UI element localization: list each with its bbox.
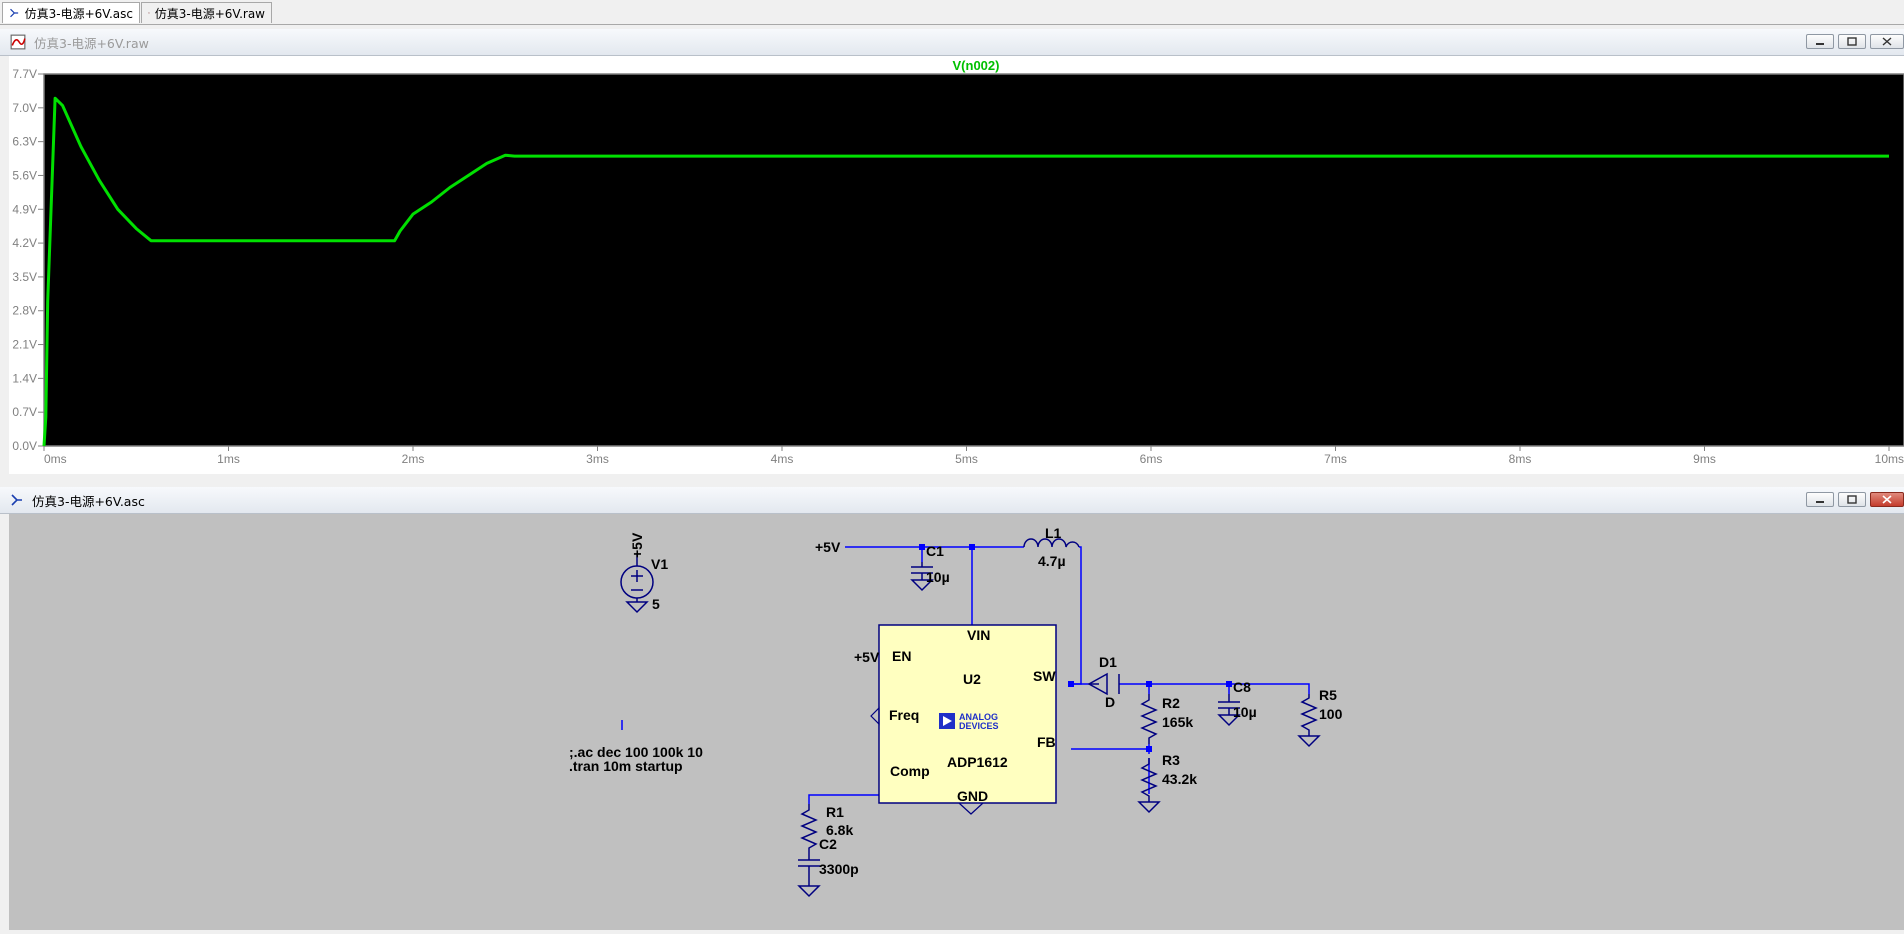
c2-name: C2 (819, 836, 837, 852)
c1-value: 10µ (926, 569, 950, 585)
close-icon (1882, 37, 1892, 46)
x-tick-label: 9ms (1693, 452, 1716, 466)
r1-name: R1 (826, 804, 844, 820)
r3-value: 43.2k (1162, 771, 1197, 787)
waveform-window-title: 仿真3-电源+6V.raw (34, 35, 149, 51)
x-tick-label: 2ms (402, 452, 425, 466)
resistor-r5[interactable] (1297, 694, 1321, 748)
tab-label: 仿真3-电源+6V.raw (154, 6, 265, 21)
v1-name: V1 (651, 556, 668, 572)
tab-label: 仿真3-电源+6V.asc (24, 6, 133, 21)
x-tick-label: 7ms (1324, 452, 1347, 466)
close-button[interactable] (1870, 492, 1904, 507)
y-tick-label: 4.2V (12, 236, 37, 250)
waveform-window-titlebar[interactable]: 仿真3-电源+6V.raw (0, 29, 1904, 56)
y-tick-label: 2.1V (12, 338, 37, 352)
y-tick-label: 0.7V (12, 405, 37, 419)
x-tick-label: 1ms (217, 452, 240, 466)
y-tick-label: 7.7V (12, 67, 37, 81)
y-tick-label: 5.6V (12, 168, 37, 182)
y-tick-label: 7.0V (12, 101, 37, 115)
restore-button[interactable] (1838, 34, 1866, 49)
restore-icon (1847, 495, 1857, 504)
pin-fb: FB (1037, 734, 1056, 750)
y-tick-label: 4.9V (12, 202, 37, 216)
trace-label[interactable]: V(n002) (953, 58, 1000, 73)
x-tick-label: 6ms (1140, 452, 1163, 466)
x-tick-label: 5ms (955, 452, 978, 466)
ic-part: ADP1612 (947, 754, 1008, 770)
l1-name: L1 (1045, 525, 1062, 541)
resistor-r1[interactable] (800, 804, 818, 854)
c8-value: 10µ (1233, 704, 1257, 720)
v1-net-label: +5V (629, 532, 645, 558)
x-tick-label: 0ms (44, 452, 67, 466)
document-tab-bar: 仿真3-电源+6V.asc 仿真3-电源+6V.raw (0, 0, 1904, 25)
restore-icon (1847, 37, 1857, 46)
x-tick-label: 3ms (586, 452, 609, 466)
x-tick-label: 4ms (771, 452, 794, 466)
schematic-window-titlebar[interactable]: 仿真3-电源+6V.asc (0, 487, 1904, 514)
waveform-plot[interactable]: V(n002) 0.0V 0.7V 1.4V 2.1V 2.8V 3.5V 4.2V 4.9V… (9, 56, 1904, 474)
plot-background (43, 73, 1904, 447)
waveform-plot-area[interactable]: V(n002) 0.0V 0.7V 1.4V 2.1V 2.8V 3.5V 4.2V 4.9V… (9, 56, 1904, 474)
minimize-icon (1816, 42, 1824, 45)
en-net-label: +5V (854, 649, 880, 665)
minimize-icon (1816, 500, 1824, 503)
capacitor-c2[interactable] (797, 854, 821, 898)
y-tick-label: 1.4V (12, 371, 37, 385)
minimize-button[interactable] (1806, 34, 1834, 49)
analog-devices-logo: DEVICES (959, 721, 999, 731)
pin-sw: SW (1033, 668, 1056, 684)
close-button[interactable] (1870, 34, 1904, 49)
c8-name: C8 (1233, 679, 1251, 695)
y-tick-label: 2.8V (12, 304, 37, 318)
y-axis: 0.0V 0.7V 1.4V 2.1V 2.8V 3.5V 4.2V 4.9V 5.6V 6.3V… (12, 67, 44, 453)
pin-gnd: GND (957, 788, 988, 804)
spice-directive[interactable]: .tran 10m startup (569, 758, 683, 774)
waveform-icon (10, 34, 26, 50)
pin-comp: Comp (890, 763, 930, 779)
pin-vin: VIN (967, 627, 990, 643)
r5-name: R5 (1319, 687, 1337, 703)
close-icon (1882, 495, 1892, 504)
c2-value: 3300p (819, 861, 859, 877)
schematic-icon (10, 493, 24, 507)
y-tick-label: 3.5V (12, 270, 37, 284)
y-tick-label: 6.3V (12, 135, 37, 149)
diode-d1[interactable] (1087, 672, 1120, 696)
minimize-button[interactable] (1806, 492, 1834, 507)
x-tick-label: 10ms (1875, 452, 1904, 466)
r2-value: 165k (1162, 714, 1193, 730)
schematic-window-title: 仿真3-电源+6V.asc (32, 493, 145, 509)
l1-value: 4.7µ (1038, 553, 1066, 569)
waveform-icon (148, 12, 150, 14)
x-axis: 0ms 1ms 2ms 3ms 4ms 5ms 6ms 7ms 8ms 9ms 10ms (43, 446, 1904, 466)
schematic-icon (10, 8, 19, 18)
pin-en: EN (892, 648, 911, 664)
d1-value: D (1105, 694, 1115, 710)
r3-name: R3 (1162, 752, 1180, 768)
restore-button[interactable] (1838, 492, 1866, 507)
x-tick-label: 8ms (1509, 452, 1532, 466)
tab-schematic[interactable]: 仿真3-电源+6V.asc (2, 2, 140, 23)
ic-name: U2 (963, 671, 981, 687)
tab-waveform[interactable]: 仿真3-电源+6V.raw (141, 2, 272, 23)
c1-name: C1 (926, 543, 944, 559)
schematic-drawing[interactable]: VIN EN SW Freq FB Comp GND U2 ADP1612 AN… (9, 514, 1904, 930)
y-tick-label: 0.0V (12, 439, 37, 453)
pin-freq: Freq (889, 707, 919, 723)
r2-name: R2 (1162, 695, 1180, 711)
schematic-canvas[interactable]: VIN EN SW Freq FB Comp GND U2 ADP1612 AN… (9, 514, 1904, 930)
v1-value: 5 (652, 596, 660, 612)
net-label-5v[interactable]: +5V (815, 539, 841, 555)
r5-value: 100 (1319, 706, 1343, 722)
resistor-r2[interactable] (1140, 694, 1158, 744)
voltage-source-v1[interactable] (620, 554, 654, 614)
d1-name: D1 (1099, 654, 1117, 670)
